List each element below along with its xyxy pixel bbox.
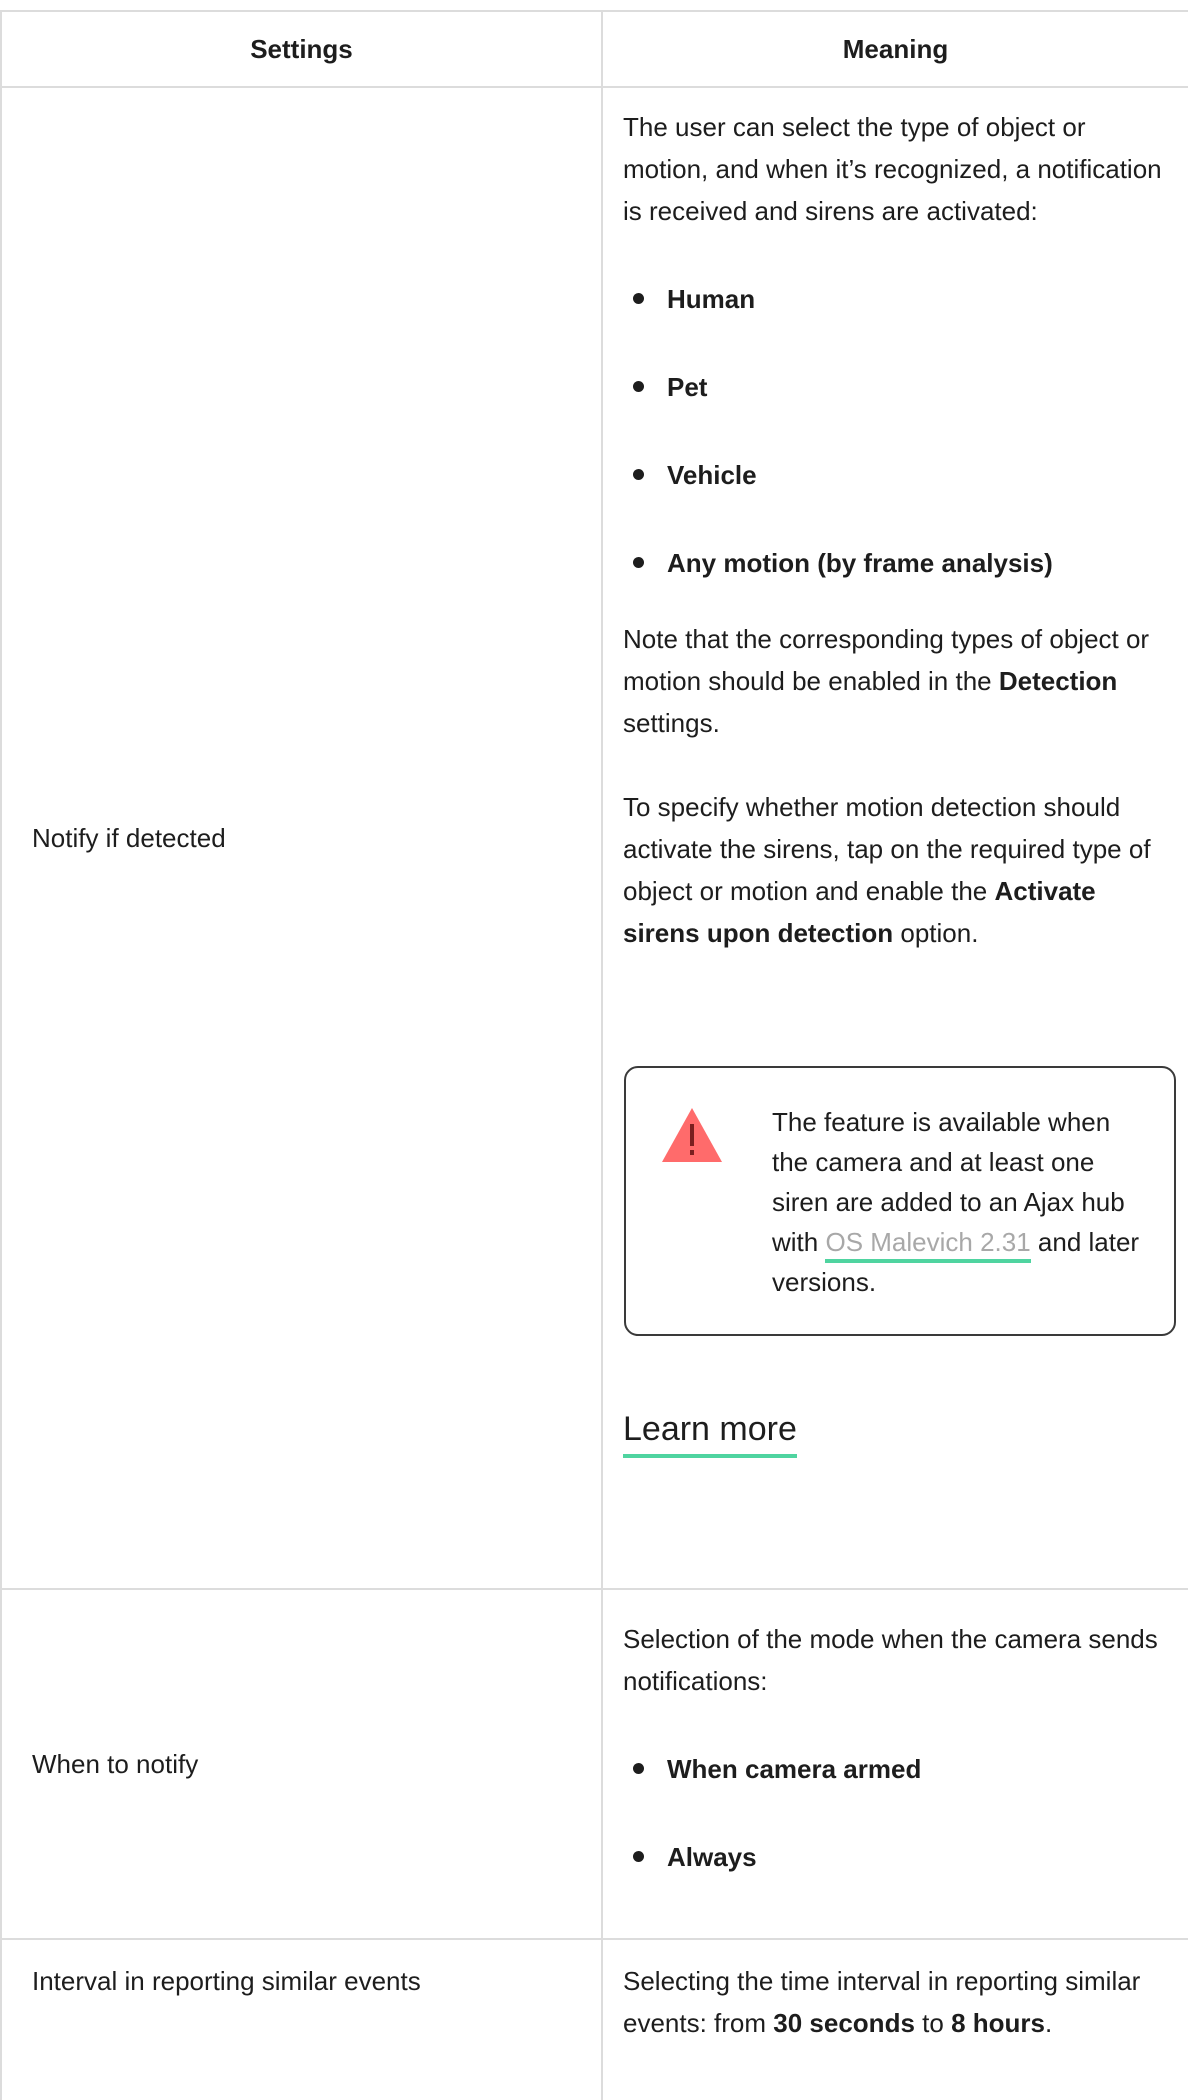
setting-name: Interval in reporting similar events <box>0 1940 603 2100</box>
list-item: Always <box>623 1836 1176 1878</box>
bullet-icon <box>633 293 644 304</box>
table-header-row: Settings Meaning <box>0 12 1188 88</box>
table-row: Interval in reporting similar events Sel… <box>0 1940 1188 2100</box>
learn-more-link[interactable]: Learn more <box>623 1408 797 1458</box>
bullet-icon <box>633 469 644 480</box>
os-malevich-link[interactable]: OS Malevich 2.31 <box>825 1227 1031 1263</box>
settings-table: Settings Meaning Notify if detected The … <box>0 10 1188 2100</box>
header-settings: Settings <box>0 12 603 86</box>
warning-icon <box>662 1108 722 1162</box>
bullet-icon <box>633 381 644 392</box>
bullet-icon <box>633 1851 644 1862</box>
detection-note: Note that the corresponding types of obj… <box>623 624 1150 738</box>
setting-meaning: The user can select the type of object o… <box>603 88 1188 1588</box>
meaning-intro: The user can select the type of object o… <box>623 112 1162 226</box>
list-item: Vehicle <box>623 454 1176 496</box>
option-list: When camera armed Always <box>623 1748 1176 1878</box>
list-item: Pet <box>623 366 1176 408</box>
meaning-intro: Selection of the mode when the camera se… <box>623 1624 1158 1696</box>
list-item: Human <box>623 278 1176 320</box>
bullet-icon <box>633 557 644 568</box>
header-meaning: Meaning <box>842 34 949 64</box>
bullet-icon <box>633 1763 644 1774</box>
setting-name: When to notify <box>0 1590 603 1938</box>
setting-name: Notify if detected <box>0 88 603 1588</box>
interval-text: Selecting the time interval in reporting… <box>623 1966 1141 2038</box>
list-item: Any motion (by frame analysis) <box>623 542 1176 584</box>
option-list: Human Pet Vehicle Any motion (by frame a… <box>623 278 1176 584</box>
setting-meaning: Selecting the time interval in reporting… <box>603 1940 1188 2100</box>
setting-meaning: Selection of the mode when the camera se… <box>603 1590 1188 1938</box>
table-row: Notify if detected The user can select t… <box>0 88 1188 1590</box>
table-row: When to notify Selection of the mode whe… <box>0 1590 1188 1940</box>
sirens-instruction: To specify whether motion detection shou… <box>623 792 1151 948</box>
list-item: When camera armed <box>623 1748 1176 1790</box>
callout-text: The feature is available when the camera… <box>772 1107 1140 1297</box>
warning-callout: The feature is available when the camera… <box>624 1066 1176 1336</box>
